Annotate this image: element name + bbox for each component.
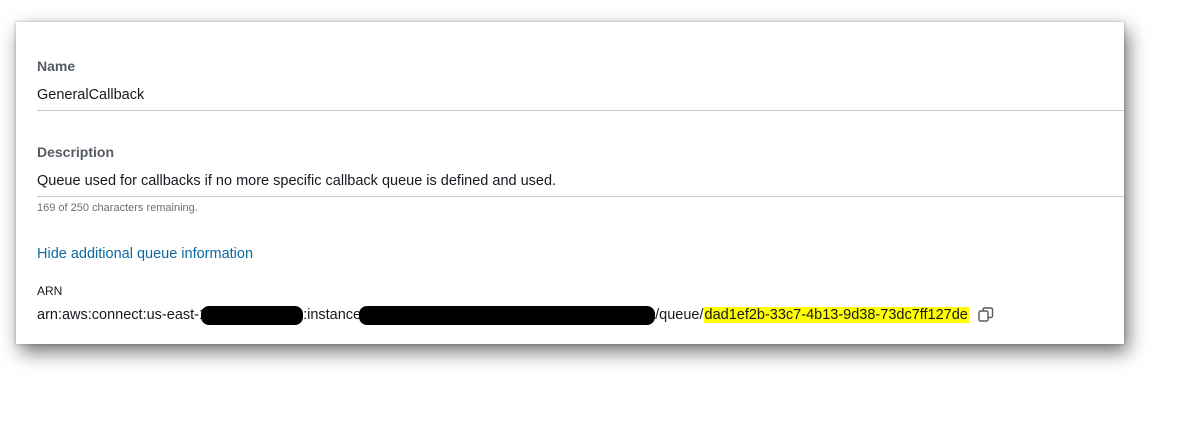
- hide-additional-info-link[interactable]: Hide additional queue information: [37, 246, 253, 262]
- queue-id-highlighted: dad1ef2b-33c7-4b13-9d38-73dc7ff127de: [703, 307, 969, 323]
- arn-instance-segment: :instance: [303, 307, 362, 323]
- arn-value: arn:aws:connect:us-east-1 :instance /que…: [37, 304, 995, 326]
- characters-remaining-hint: 169 of 250 characters remaining.: [37, 202, 198, 214]
- name-field[interactable]: GeneralCallback: [37, 84, 1124, 111]
- name-label: Name: [37, 58, 76, 74]
- arn-label: ARN: [37, 284, 63, 298]
- description-label: Description: [37, 144, 115, 160]
- redacted-instance-id: [359, 305, 656, 325]
- queue-details-card: Name GeneralCallback Description Queue u…: [16, 22, 1124, 344]
- redacted-account-id: [201, 305, 304, 325]
- copy-icon[interactable]: [977, 306, 995, 324]
- arn-prefix: arn:aws:connect:us-east-1: [37, 307, 208, 323]
- arn-queue-segment: /queue/: [655, 307, 704, 323]
- description-field[interactable]: Queue used for callbacks if no more spec…: [37, 170, 1124, 197]
